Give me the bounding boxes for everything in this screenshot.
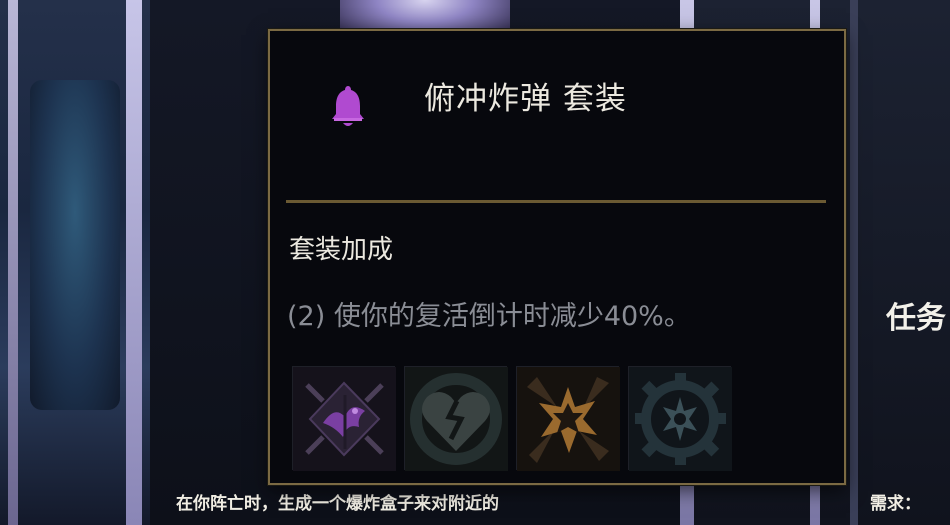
left-card (0, 0, 150, 525)
gear-burst-icon[interactable] (628, 366, 732, 471)
set-bonus-heading: 套装加成 (289, 235, 394, 265)
right-card-title: 任务 (886, 301, 946, 336)
divider (286, 200, 826, 203)
set-title: 俯冲炸弹 套装 (424, 81, 627, 117)
orange-burst-icon[interactable] (516, 366, 620, 471)
set-tooltip: 俯冲炸弹 套装 套装加成 (2) 使你的复活倒计时减少40%。 (268, 29, 846, 485)
purple-bird-emblem-icon[interactable] (292, 366, 396, 471)
broken-heart-icon[interactable] (404, 366, 508, 471)
set-item-list (292, 366, 737, 471)
augment-description: 在你阵亡时，生成一个爆炸盒子来对附近的 (176, 494, 499, 514)
set-bonus-description: (2) 使你的复活倒计时减少40%。 (287, 301, 691, 332)
bell-icon (328, 82, 368, 130)
requirement-label: 需求： (870, 494, 921, 514)
